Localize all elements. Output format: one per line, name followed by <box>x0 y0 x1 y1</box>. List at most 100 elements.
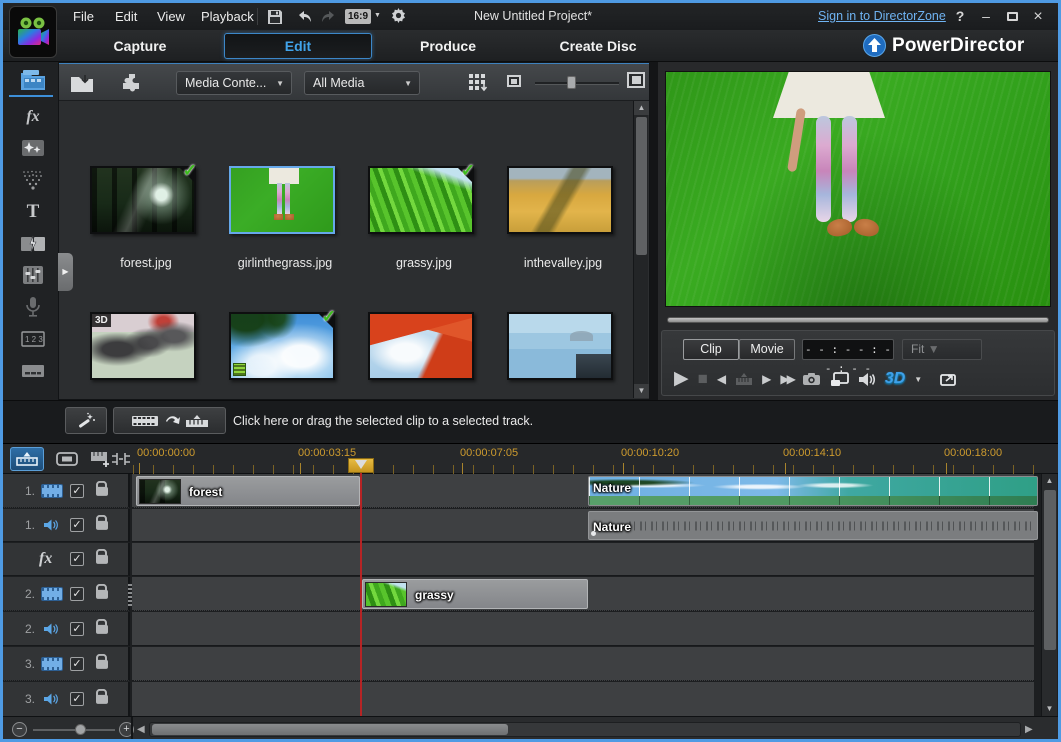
scroll-right-icon[interactable]: ▶ <box>1025 722 1033 737</box>
particle-room-icon[interactable] <box>16 166 50 194</box>
stop-button[interactable]: ■ <box>698 365 708 393</box>
title-room-icon[interactable]: T <box>16 198 50 226</box>
media-thumbnail[interactable]: ✓ <box>229 312 335 380</box>
track-header-video3[interactable]: 3. ✓ <box>3 647 130 681</box>
storyboard-view-button[interactable] <box>50 447 84 471</box>
save-project-icon[interactable] <box>263 6 287 27</box>
snap-to-clips-button[interactable] <box>109 447 133 471</box>
grid-view-button[interactable] <box>464 69 494 96</box>
timeline-clip-forest[interactable]: forest <box>136 476 360 506</box>
preview-seek-bar[interactable] <box>667 317 1049 323</box>
timeline-view-button[interactable] <box>10 447 44 471</box>
media-thumbnail[interactable] <box>507 312 613 380</box>
timecode-display[interactable]: - - : - - : - - : - - <box>802 339 894 360</box>
timeline-clip-grassy[interactable]: grassy <box>362 579 588 609</box>
3d-toggle-button[interactable]: 3D <box>885 370 905 388</box>
volume-keyframe-node[interactable] <box>591 531 596 536</box>
thumb-size-small-icon[interactable] <box>507 74 521 92</box>
library-flyout-handle[interactable]: ▶ <box>58 253 73 291</box>
media-room-icon[interactable] <box>16 66 50 94</box>
3d-caret-icon[interactable]: ▼ <box>914 375 922 384</box>
mark-in-button[interactable] <box>735 372 753 386</box>
track-lane-audio2[interactable] <box>132 612 1034 646</box>
track-lock-icon[interactable] <box>96 624 108 633</box>
track-lock-icon[interactable] <box>96 589 108 598</box>
fast-forward-button[interactable]: ▶▶ <box>780 365 792 393</box>
timeline-clip-nature-audio[interactable]: Nature <box>588 511 1038 540</box>
scroll-down-icon[interactable]: ▼ <box>634 384 649 398</box>
undock-preview-button[interactable] <box>939 372 957 387</box>
timeline-clip-nature-video[interactable]: Nature <box>588 476 1038 506</box>
import-media-button[interactable] <box>67 69 97 96</box>
media-item-forest[interactable]: ✓ forest.jpg <box>87 166 205 296</box>
scroll-up-icon[interactable]: ▲ <box>1042 474 1057 488</box>
plugin-puzzle-button[interactable] <box>117 69 147 96</box>
media-item-inthevalley[interactable]: inthevalley.jpg <box>504 166 622 296</box>
media-thumbnail[interactable]: 3D <box>90 312 196 380</box>
menu-edit[interactable]: Edit <box>107 3 145 30</box>
media-item-grassy[interactable]: ✓ grassy.jpg <box>365 166 483 296</box>
track-lane-audio3[interactable] <box>132 682 1034 716</box>
ruler-ticks[interactable] <box>133 465 1036 474</box>
thumb-size-large-icon[interactable] <box>627 72 645 93</box>
play-button[interactable]: ▶ <box>674 365 689 393</box>
previous-frame-button[interactable]: ◀ <box>717 365 726 393</box>
movie-mode-button[interactable]: Movie <box>739 339 795 360</box>
audio-mixing-room-icon[interactable] <box>16 261 50 289</box>
media-item-girlinthegrass[interactable]: girlinthegrass.jpg <box>226 166 344 296</box>
track-header-audio3[interactable]: 3. ✓ <box>3 682 130 716</box>
track-enable-checkbox[interactable]: ✓ <box>70 587 84 601</box>
track-enable-checkbox[interactable]: ✓ <box>70 692 84 706</box>
volume-speaker-button[interactable] <box>858 372 876 387</box>
timeline-hscrollbar[interactable] <box>149 722 1021 737</box>
track-lock-icon[interactable] <box>96 555 108 564</box>
signin-directorzone-link[interactable]: Sign in to DirectorZone <box>818 3 946 30</box>
track-enable-checkbox[interactable]: ✓ <box>70 657 84 671</box>
snapshot-camera-button[interactable] <box>802 372 821 386</box>
tab-capture[interactable]: Capture <box>88 30 192 62</box>
zoom-out-button[interactable]: − <box>12 722 27 737</box>
track-lock-icon[interactable] <box>96 659 108 668</box>
track-lane-video3[interactable] <box>132 647 1034 681</box>
aspect-ratio-selector[interactable]: 16:9 <box>345 9 371 24</box>
thumb-size-slider-handle[interactable] <box>567 76 576 89</box>
minimize-button[interactable]: – <box>975 3 997 30</box>
timeline-zoom-slider-handle[interactable] <box>75 724 86 735</box>
clip-mode-button[interactable]: Clip <box>683 339 739 360</box>
library-scrollbar-thumb[interactable] <box>636 117 647 255</box>
tab-produce[interactable]: Produce <box>396 30 500 62</box>
drag-hint-text[interactable]: Click here or drag the selected clip to … <box>233 401 533 441</box>
scroll-down-icon[interactable]: ▼ <box>1042 702 1057 716</box>
media-thumbnail[interactable]: ✓ <box>368 166 474 234</box>
media-type-dropdown[interactable]: All Media ▼ <box>304 71 420 95</box>
track-enable-checkbox[interactable]: ✓ <box>70 518 84 532</box>
track-header-video2[interactable]: 2. ✓ <box>3 577 130 611</box>
tab-create-disc[interactable]: Create Disc <box>543 30 653 62</box>
tab-edit[interactable]: Edit <box>224 33 372 59</box>
aspect-caret-icon[interactable]: ▼ <box>374 12 381 19</box>
media-thumbnail[interactable] <box>507 166 613 234</box>
track-enable-checkbox[interactable]: ✓ <box>70 484 84 498</box>
pip-objects-room-icon[interactable] <box>16 134 50 162</box>
track-header-video1[interactable]: 1. ✓ <box>3 474 130 508</box>
subtitle-room-icon[interactable] <box>16 357 50 385</box>
close-button[interactable]: × <box>1027 3 1049 30</box>
dual-preview-button[interactable] <box>830 372 849 387</box>
next-frame-button[interactable]: ▶ <box>762 365 771 393</box>
insert-to-timeline-button[interactable] <box>113 407 226 434</box>
media-thumbnail[interactable] <box>368 312 474 380</box>
media-thumbnail[interactable]: ✓ <box>90 166 196 234</box>
timeline-vscrollbar-thumb[interactable] <box>1044 490 1056 650</box>
menu-playback[interactable]: Playback <box>193 3 262 30</box>
track-enable-checkbox[interactable]: ✓ <box>70 552 84 566</box>
menu-file[interactable]: File <box>65 3 102 30</box>
timeline-zoom-slider[interactable] <box>33 729 115 731</box>
magic-wand-button[interactable] <box>65 407 107 434</box>
scroll-left-icon[interactable]: ◀ <box>137 722 145 737</box>
track-lock-icon[interactable] <box>96 695 108 704</box>
library-scrollbar[interactable]: ▲ ▼ <box>633 101 648 398</box>
scroll-up-icon[interactable]: ▲ <box>634 101 649 115</box>
playhead-line[interactable] <box>360 473 362 716</box>
track-header-audio1[interactable]: 1. ✓ <box>3 509 130 542</box>
maximize-button[interactable] <box>1001 3 1023 30</box>
